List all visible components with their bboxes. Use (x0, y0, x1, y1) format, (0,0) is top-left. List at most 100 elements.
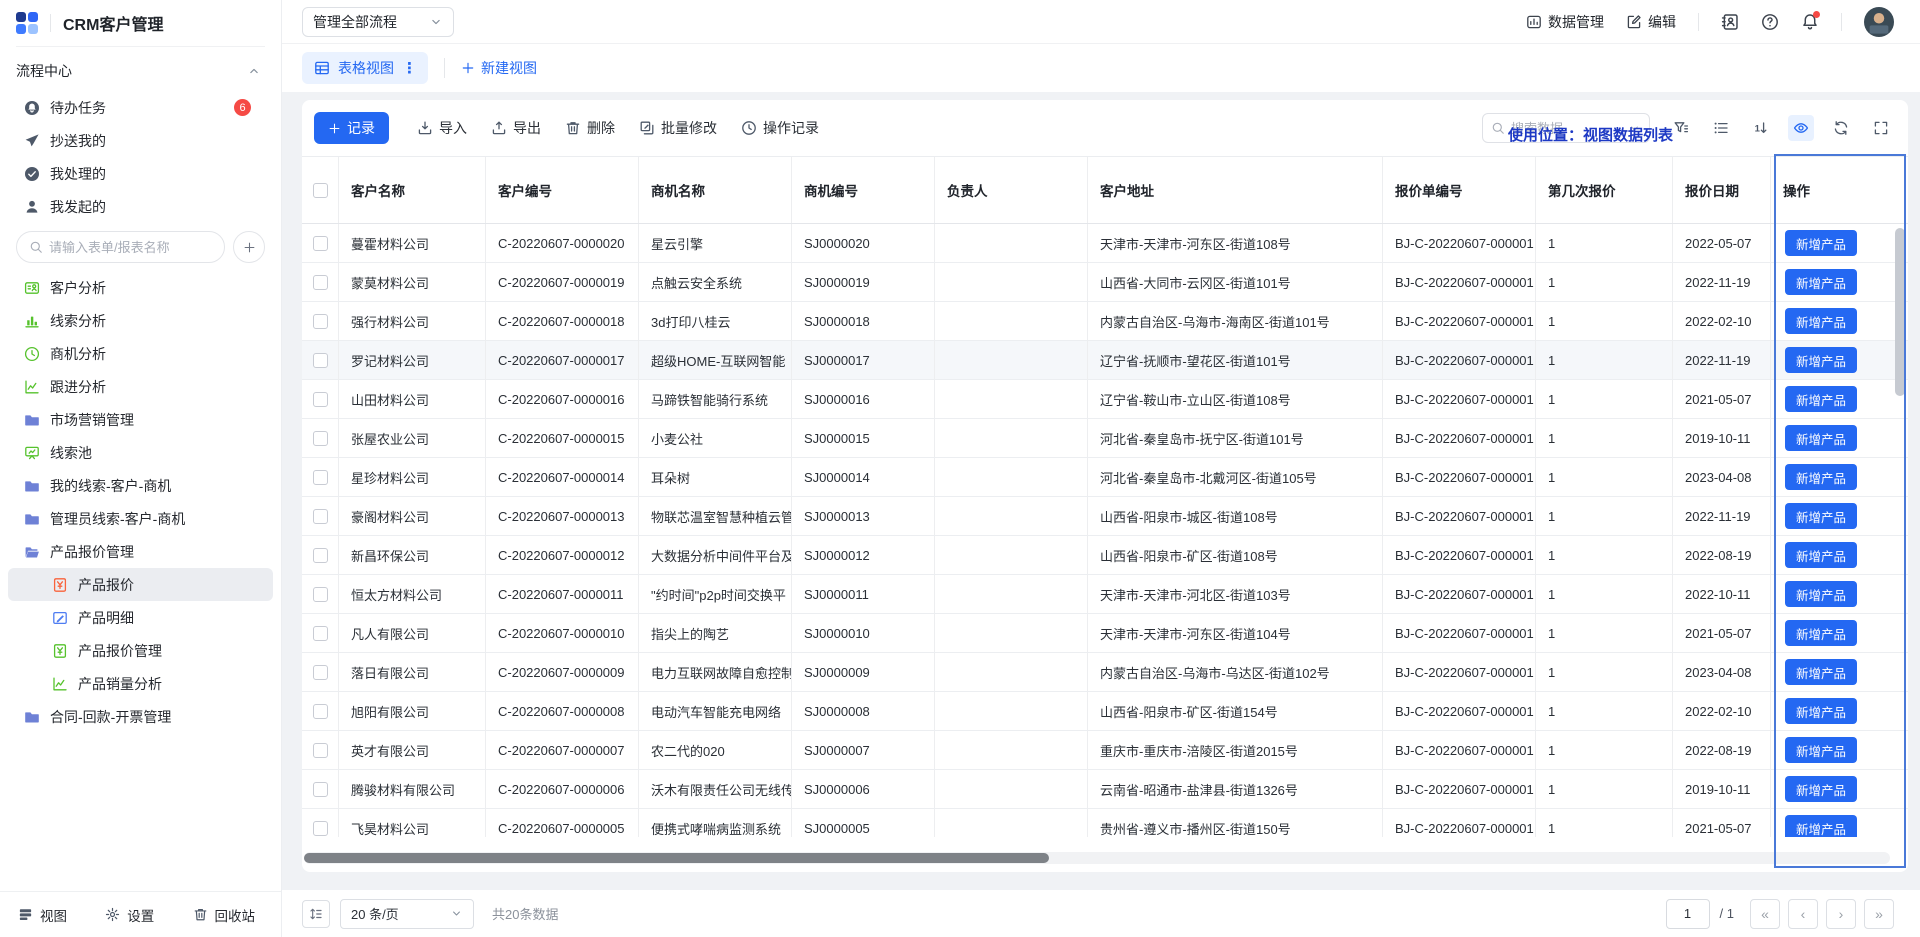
select-all-checkbox[interactable] (313, 183, 328, 198)
tab-table-view[interactable]: 表格视图 ⋮ (302, 52, 428, 84)
cell-value: C-20220607-0000009 (498, 665, 625, 680)
row-checkbox[interactable] (313, 236, 328, 251)
row-checkbox[interactable] (313, 665, 328, 680)
add-product-button[interactable]: 新增产品 (1785, 464, 1857, 490)
flow-selector[interactable]: 管理全部流程 (302, 7, 454, 37)
form-search-input[interactable] (49, 240, 212, 255)
last-page-button[interactable]: » (1864, 899, 1894, 929)
sidebar-item-我发起的[interactable]: 我发起的 (8, 190, 273, 223)
row-checkbox[interactable] (313, 821, 328, 836)
add-product-button[interactable]: 新增产品 (1785, 620, 1857, 646)
row-checkbox[interactable] (313, 392, 328, 407)
add-product-button[interactable]: 新增产品 (1785, 659, 1857, 685)
sidebar-item-产品报价管理[interactable]: 产品报价管理 (8, 535, 273, 568)
add-product-button[interactable]: 新增产品 (1785, 425, 1857, 451)
row-checkbox[interactable] (313, 626, 328, 641)
sidebar-item-合同-回款-开票管理[interactable]: 合同-回款-开票管理 (8, 700, 273, 733)
row-checkbox-cell (302, 653, 339, 691)
notification-bell-icon[interactable] (1801, 13, 1819, 31)
sidebar-item-跟进分析[interactable]: 跟进分析 (8, 370, 273, 403)
next-page-button[interactable]: › (1826, 899, 1856, 929)
sidebar-item-线索池[interactable]: 线索池 (8, 436, 273, 469)
kebab-menu-icon[interactable]: ⋮ (402, 59, 418, 77)
table-search-input[interactable] (1511, 121, 1622, 136)
sidebar-item-产品明细[interactable]: 产品明细 (8, 601, 273, 634)
new-view-button[interactable]: 新建视图 (461, 58, 537, 78)
row-checkbox[interactable] (313, 587, 328, 602)
table-search-box[interactable] (1482, 113, 1650, 143)
page-number-input[interactable] (1666, 899, 1710, 929)
toolbar-button-操作记录[interactable]: 操作记录 (731, 112, 829, 144)
contact-book-icon[interactable] (1721, 13, 1739, 31)
cell-value: 1 (1548, 782, 1555, 797)
sidebar-item-产品报价管理[interactable]: 产品报价管理 (8, 634, 273, 667)
add-product-button[interactable]: 新增产品 (1785, 230, 1857, 256)
add-product-button[interactable]: 新增产品 (1785, 269, 1857, 295)
row-checkbox[interactable] (313, 782, 328, 797)
sidebar-item-待办任务[interactable]: 待办任务6 (8, 91, 273, 124)
list-bullets-icon[interactable] (1708, 115, 1734, 141)
toolbar-button-导入[interactable]: 导入 (407, 112, 477, 144)
add-product-button[interactable]: 新增产品 (1785, 386, 1857, 412)
add-form-button[interactable] (233, 231, 265, 263)
process-center-header[interactable]: 流程中心 (0, 51, 281, 91)
add-product-button[interactable]: 新增产品 (1785, 815, 1857, 837)
add-product-button[interactable]: 新增产品 (1785, 542, 1857, 568)
add-product-button[interactable]: 新增产品 (1785, 503, 1857, 529)
sidebar-item-市场营销管理[interactable]: 市场营销管理 (8, 403, 273, 436)
expand-icon[interactable] (1868, 115, 1894, 141)
row-checkbox[interactable] (313, 704, 328, 719)
add-record-button[interactable]: 记录 (314, 112, 389, 144)
add-product-button[interactable]: 新增产品 (1785, 776, 1857, 802)
row-checkbox[interactable] (313, 743, 328, 758)
sidebar-item-我处理的[interactable]: 我处理的 (8, 157, 273, 190)
avatar[interactable] (1864, 7, 1894, 37)
cell-opp_name: 超级HOME-互联网智能 (639, 341, 792, 379)
cell-value: 电动汽车智能充电网络 (651, 702, 781, 721)
toolbar-button-批量修改[interactable]: 批量修改 (629, 112, 727, 144)
first-page-button[interactable]: « (1750, 899, 1780, 929)
edit-button[interactable]: 编辑 (1626, 12, 1676, 32)
horizontal-scrollbar-thumb[interactable] (304, 853, 1049, 863)
row-checkbox[interactable] (313, 509, 328, 524)
row-checkbox[interactable] (313, 314, 328, 329)
add-product-button[interactable]: 新增产品 (1785, 581, 1857, 607)
row-checkbox[interactable] (313, 470, 328, 485)
prev-page-button[interactable]: ‹ (1788, 899, 1818, 929)
row-checkbox[interactable] (313, 353, 328, 368)
footer-item-设置[interactable]: 设置 (105, 905, 154, 925)
add-product-button[interactable]: 新增产品 (1785, 737, 1857, 763)
page-size-select[interactable]: 20 条/页 (340, 899, 474, 929)
sidebar-item-线索分析[interactable]: 线索分析 (8, 304, 273, 337)
sidebar-item-产品销量分析[interactable]: 产品销量分析 (8, 667, 273, 700)
row-checkbox[interactable] (313, 548, 328, 563)
row-checkbox[interactable] (313, 431, 328, 446)
chevron-down-icon[interactable] (1628, 122, 1641, 135)
sidebar-item-客户分析[interactable]: 客户分析 (8, 271, 273, 304)
funnel-icon[interactable] (1668, 115, 1694, 141)
form-search-box[interactable] (16, 231, 225, 263)
vertical-scrollbar-thumb[interactable] (1895, 228, 1905, 396)
sidebar-item-管理员线索-客户-商机[interactable]: 管理员线索-客户-商机 (8, 502, 273, 535)
toolbar-button-导出[interactable]: 导出 (481, 112, 551, 144)
sidebar-item-商机分析[interactable]: 商机分析 (8, 337, 273, 370)
add-product-button[interactable]: 新增产品 (1785, 308, 1857, 334)
footer-item-回收站[interactable]: 回收站 (193, 905, 256, 925)
row-height-button[interactable] (302, 900, 330, 928)
data-manage-button[interactable]: 数据管理 (1526, 12, 1604, 32)
add-product-button[interactable]: 新增产品 (1785, 347, 1857, 373)
horizontal-scrollbar[interactable] (304, 852, 1890, 864)
vertical-scrollbar[interactable] (1895, 228, 1905, 828)
toolbar-button-删除[interactable]: 删除 (555, 112, 625, 144)
help-icon[interactable] (1761, 13, 1779, 31)
row-checkbox[interactable] (313, 275, 328, 290)
add-product-button[interactable]: 新增产品 (1785, 698, 1857, 724)
sort-icon[interactable]: 1 (1748, 115, 1774, 141)
sidebar-item-产品报价[interactable]: 产品报价 (8, 568, 273, 601)
chevron-up-icon[interactable] (247, 64, 261, 78)
refresh-icon[interactable] (1828, 115, 1854, 141)
sidebar-item-抄送我的[interactable]: 抄送我的 (8, 124, 273, 157)
footer-item-视图[interactable]: 视图 (18, 905, 67, 925)
sidebar-item-我的线索-客户-商机[interactable]: 我的线索-客户-商机 (8, 469, 273, 502)
eye-icon[interactable] (1788, 115, 1814, 141)
